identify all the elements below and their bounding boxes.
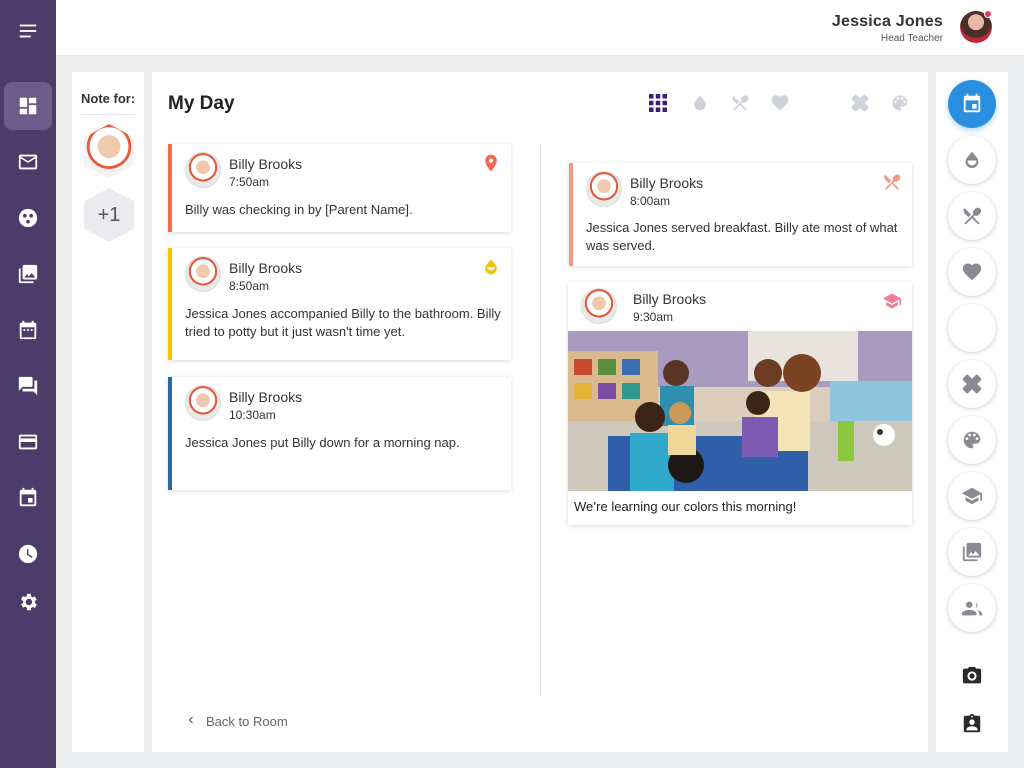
menu-icon[interactable] xyxy=(4,7,52,55)
photo-card-header: Billy Brooks 9:30am xyxy=(568,282,912,331)
nap-icon[interactable] xyxy=(809,92,831,114)
nap-icon xyxy=(481,386,501,406)
billing-icon[interactable] xyxy=(4,418,52,466)
back-label: Back to Room xyxy=(206,714,288,729)
chevron-left-icon xyxy=(184,713,198,730)
potty-icon[interactable] xyxy=(948,136,996,184)
meal-icon[interactable] xyxy=(948,192,996,240)
people-icon[interactable] xyxy=(948,584,996,632)
child-avatar xyxy=(185,256,221,292)
activity-time: 7:50am xyxy=(229,175,270,189)
my-day-panel: My Day Billy Brooks 7:50am Billy was che… xyxy=(152,72,928,752)
photo-card[interactable]: Billy Brooks 9:30am We’re learning our c… xyxy=(568,282,912,525)
activity-card[interactable]: Billy Brooks 8:50am Jessica Jones accomp… xyxy=(168,248,511,360)
activity-card[interactable]: Billy Brooks 8:00am Jessica Jones served… xyxy=(569,163,912,266)
classes-icon[interactable] xyxy=(4,194,52,242)
meal-icon[interactable] xyxy=(729,92,751,114)
health-icon[interactable] xyxy=(769,92,791,114)
note-for-panel: Note for: +1 xyxy=(72,72,144,752)
events-icon[interactable] xyxy=(4,474,52,522)
divider xyxy=(81,114,135,115)
top-bar: Jessica Jones Head Teacher xyxy=(56,0,1024,56)
first-aid-icon[interactable] xyxy=(948,360,996,408)
activity-text: Billy was checking in by [Parent Name]. xyxy=(185,202,413,217)
activity-text: Jessica Jones served breakfast. Billy at… xyxy=(586,220,898,253)
child-name: Billy Brooks xyxy=(633,291,707,307)
activity-time: 8:00am xyxy=(630,194,671,208)
action-rail xyxy=(936,72,1008,752)
column-divider xyxy=(540,144,541,696)
chat-icon[interactable] xyxy=(4,362,52,410)
more-children-button[interactable]: +1 xyxy=(84,188,134,242)
settings-icon[interactable] xyxy=(4,578,52,626)
meal-icon xyxy=(882,172,902,192)
child-name: Billy Brooks xyxy=(229,260,303,276)
clipboard-icon[interactable] xyxy=(960,712,984,736)
photos-icon[interactable] xyxy=(4,250,52,298)
nap-icon[interactable] xyxy=(948,304,996,352)
activity-time: 10:30am xyxy=(229,408,276,422)
page-title: My Day xyxy=(168,93,235,114)
calendar-icon[interactable] xyxy=(948,80,996,128)
grid-icon[interactable] xyxy=(647,92,669,114)
activity-card[interactable]: Billy Brooks 10:30am Jessica Jones put B… xyxy=(168,377,511,490)
camera-icon[interactable] xyxy=(960,664,984,688)
child-name: Billy Brooks xyxy=(229,156,303,172)
activity-time: 8:50am xyxy=(229,279,270,293)
child-avatar[interactable] xyxy=(84,124,134,178)
child-avatar xyxy=(185,385,221,421)
health-icon[interactable] xyxy=(948,248,996,296)
location-pin-icon xyxy=(481,153,501,173)
calendar-icon[interactable] xyxy=(4,306,52,354)
child-name: Billy Brooks xyxy=(229,389,303,405)
art-icon[interactable] xyxy=(889,92,911,114)
user-role: Head Teacher xyxy=(880,33,943,44)
potty-icon[interactable] xyxy=(689,92,711,114)
left-navigation xyxy=(0,0,56,768)
note-for-label: Note for: xyxy=(81,91,136,106)
dashboard-icon[interactable] xyxy=(4,82,52,130)
user-name[interactable]: Jessica Jones xyxy=(832,13,943,31)
notification-dot xyxy=(984,10,992,18)
first-aid-icon[interactable] xyxy=(849,92,871,114)
photo-caption: We’re learning our colors this morning! xyxy=(574,499,797,514)
learning-icon xyxy=(882,291,902,311)
activity-text: Jessica Jones put Billy down for a morni… xyxy=(185,435,460,450)
learning-icon[interactable] xyxy=(948,472,996,520)
child-avatar xyxy=(586,171,622,207)
child-avatar xyxy=(185,152,221,188)
activity-text: Jessica Jones accompanied Billy to the b… xyxy=(185,306,501,339)
art-icon[interactable] xyxy=(948,416,996,464)
activity-card[interactable]: Billy Brooks 7:50am Billy was checking i… xyxy=(168,144,511,232)
child-avatar xyxy=(581,288,617,324)
potty-icon xyxy=(481,257,501,277)
classroom-photo[interactable] xyxy=(568,331,912,491)
child-name: Billy Brooks xyxy=(630,175,704,191)
back-to-room-link[interactable]: Back to Room xyxy=(184,713,288,730)
photos-icon[interactable] xyxy=(948,528,996,576)
mail-icon[interactable] xyxy=(4,138,52,186)
activity-time: 9:30am xyxy=(633,310,674,324)
clock-icon[interactable] xyxy=(4,530,52,578)
